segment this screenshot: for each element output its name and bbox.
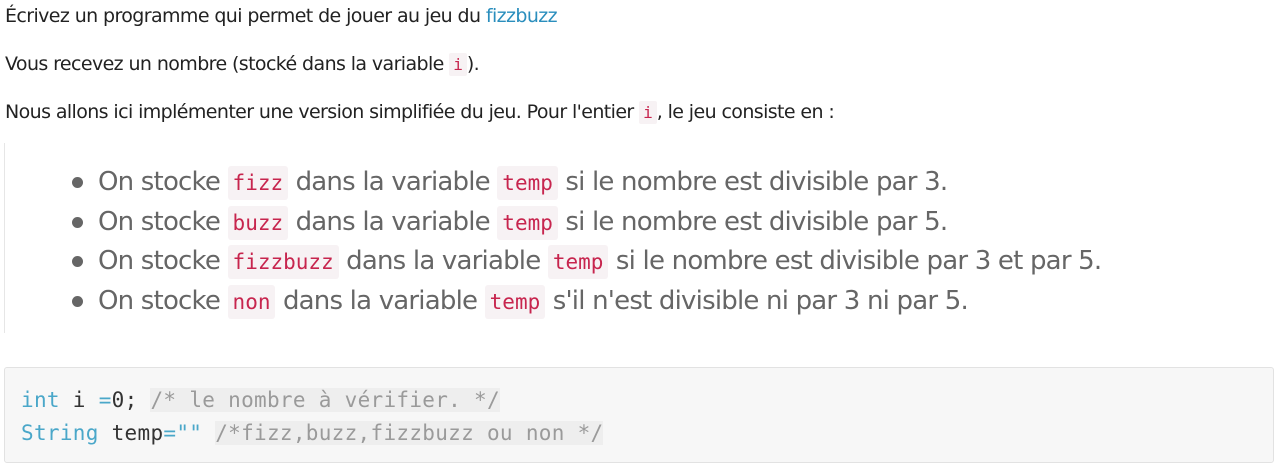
rule-text: dans la variable	[338, 246, 548, 276]
rule-text: s'il n'est divisible ni par 3 ni par 5.	[545, 285, 969, 316]
rule-text: On stocke	[98, 285, 228, 316]
rule-text: si le nombre est divisible par 3 et par …	[608, 246, 1102, 276]
rule-value-code: non	[227, 284, 276, 319]
rule-item: On stocke non dans la variable temp s'il…	[72, 282, 1101, 322]
rule-value-code: buzz	[227, 205, 289, 240]
rule-text: dans la variable	[288, 167, 498, 197]
code-operator: =	[163, 421, 177, 445]
bullet-dot-icon	[72, 216, 83, 228]
code-value: 0;	[111, 388, 138, 412]
code-identifier: i	[59, 388, 99, 412]
bullet-dot-icon	[72, 256, 83, 267]
intro-paragraph-3: Nous allons ici implémenter une version …	[5, 98, 835, 127]
intro-text: Vous recevez un nombre (stocké dans la v…	[5, 53, 450, 75]
rule-value-code: fizz	[227, 166, 289, 200]
rule-text: dans la variable	[288, 206, 498, 237]
rule-text: si le nombre est divisible par 5.	[557, 206, 948, 237]
intro-text: Nous allons ici implémenter une version …	[5, 101, 640, 123]
intro-text: , le jeu consiste en :	[656, 101, 835, 123]
rule-var-code: temp	[484, 284, 546, 319]
code-comment: /* le nombre à vérifier. */	[150, 388, 500, 412]
rule-text: On stocke	[98, 167, 228, 197]
rule-text: dans la variable	[275, 285, 485, 316]
code-identifier: temp	[98, 421, 164, 445]
rule-text: On stocke	[98, 206, 228, 237]
code-block: int i =0; /* le nombre à vérifier. */ St…	[4, 367, 1274, 463]
code-operator: =	[98, 388, 112, 412]
rule-var-code: temp	[497, 205, 558, 240]
rule-var-code: temp	[497, 166, 558, 200]
rule-item: On stocke fizzbuzz dans la variable temp…	[72, 242, 1102, 282]
intro-text: Écrivez un programme qui permet de jouer…	[5, 5, 486, 27]
rule-value-code: fizzbuzz	[227, 245, 339, 279]
rule-item: On stocke buzz dans la variable temp si …	[72, 203, 1101, 243]
bullet-dot-icon	[72, 177, 83, 188]
intro-paragraph-1: Écrivez un programme qui permet de jouer…	[5, 2, 558, 30]
code-string: ""	[176, 421, 203, 445]
code-keyword: String	[21, 421, 99, 445]
intro-text: ).	[466, 53, 480, 75]
rule-var-code: temp	[547, 245, 609, 279]
rule-text: On stocke	[98, 246, 228, 276]
fizzbuzz-link[interactable]: fizzbuzz	[486, 5, 558, 27]
rule-text: si le nombre est divisible par 3.	[557, 167, 948, 197]
code-keyword: int	[21, 388, 60, 412]
rule-item: On stocke fizz dans la variable temp si …	[72, 163, 1101, 203]
intro-paragraph-2: Vous recevez un nombre (stocké dans la v…	[5, 50, 480, 79]
code-line-2: String temp="" /*fizz,buzz,fizzbuzz ou n…	[21, 418, 604, 448]
code-line-1: int i =0; /* le nombre à vérifier. */	[21, 385, 500, 415]
code-comment: /*fizz,buzz,fizzbuzz ou non */	[215, 421, 604, 445]
bullet-dot-icon	[72, 295, 83, 307]
rules-blockquote: On stocke fizz dans la variable temp si …	[4, 143, 1205, 333]
inline-code-i: i	[639, 101, 657, 124]
rules-list: On stocke fizz dans la variable temp si …	[72, 163, 1102, 322]
inline-code-i: i	[449, 53, 467, 76]
